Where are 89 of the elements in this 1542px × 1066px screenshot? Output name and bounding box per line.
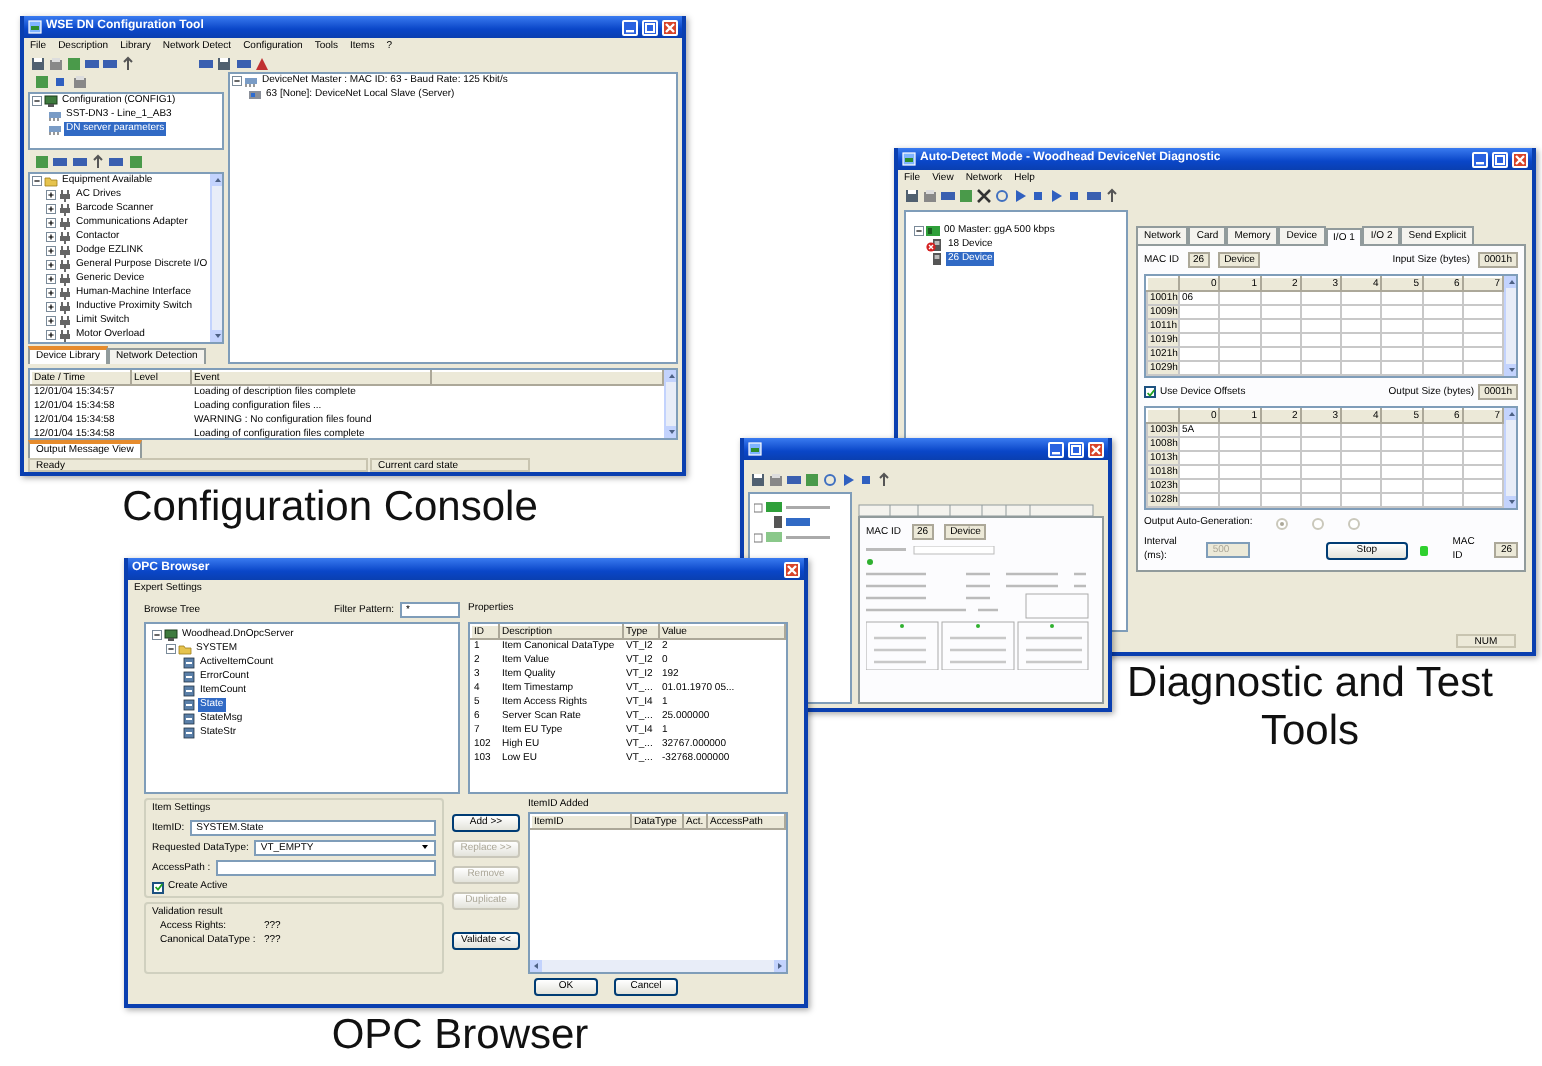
app-icon [28,20,42,34]
scroll-up-icon[interactable] [1506,408,1516,420]
scrollbar[interactable] [664,370,676,438]
ring-button[interactable] [822,471,838,487]
save-button[interactable] [30,55,46,71]
checkmark-icon [153,882,163,892]
device-button[interactable] [66,55,82,71]
scrollbar[interactable] [1504,276,1516,376]
upload-button[interactable] [876,471,892,487]
scroll-up-icon[interactable] [212,174,222,186]
scroll-up-icon[interactable] [666,370,676,382]
expand-icon[interactable] [46,316,56,326]
expand-icon[interactable] [46,260,56,270]
device-button[interactable] [34,73,50,89]
device-button[interactable] [804,471,820,487]
dropdown-arrow-icon [420,842,430,852]
warning-button[interactable] [254,55,270,71]
collapse-icon[interactable] [32,96,42,106]
upload-button[interactable] [120,55,136,71]
scroll-down-icon[interactable] [1506,496,1516,508]
checkmark-icon [1145,387,1155,397]
network-card-icon [244,74,258,88]
window-button[interactable] [52,153,68,169]
device-button[interactable] [128,153,144,169]
caption: Diagnostic and Test Tools [1125,660,1495,756]
scroll-down-icon[interactable] [1506,364,1516,376]
stop-button[interactable] [52,73,68,89]
play-button[interactable] [1048,187,1064,203]
window-button[interactable] [1086,187,1102,203]
expand-icon[interactable] [46,190,56,200]
expand-icon[interactable] [46,218,56,228]
app-icon [902,152,916,166]
play-button[interactable] [840,471,856,487]
expand-icon[interactable] [46,232,56,242]
collapse-icon[interactable] [914,226,924,236]
scroll-down-icon[interactable] [666,426,676,438]
caption: OPC Browser [329,1012,591,1060]
window-button[interactable] [108,153,124,169]
expand-icon[interactable] [46,204,56,214]
save-button[interactable] [216,55,232,71]
checkbox[interactable] [1144,386,1156,398]
collapse-icon[interactable] [166,644,176,654]
scrollbar[interactable] [210,174,222,342]
collapse-icon[interactable] [152,630,162,640]
scroll-left-icon[interactable] [530,960,542,972]
save-button[interactable] [750,471,766,487]
upload-button[interactable] [1104,187,1120,203]
print-button[interactable] [768,471,784,487]
scroll-up-icon[interactable] [1506,276,1516,288]
ring-button[interactable] [994,187,1010,203]
folder-icon [44,174,58,188]
window-button[interactable] [72,153,88,169]
app-icon [748,442,762,456]
close-button[interactable] [976,187,992,203]
scrollbar[interactable] [530,960,786,972]
window-button[interactable] [102,55,118,71]
window-button[interactable] [940,187,956,203]
expand-icon[interactable] [46,288,56,298]
stop-button[interactable] [1030,187,1046,203]
scroll-down-icon[interactable] [212,330,222,342]
collapse-icon[interactable] [32,176,42,186]
expand-icon[interactable] [46,302,56,312]
print-button[interactable] [48,55,64,71]
play-button[interactable] [1012,187,1028,203]
save-button[interactable] [904,187,920,203]
input-field[interactable] [216,860,436,876]
scrollbar[interactable] [1504,408,1516,508]
stop-button[interactable] [858,471,874,487]
device-button[interactable] [34,153,50,169]
window-button[interactable] [236,55,252,71]
computer-icon [44,94,58,108]
window-button[interactable] [84,55,100,71]
checkbox[interactable] [152,881,164,893]
board-icon [926,224,940,238]
expand-icon[interactable] [46,274,56,284]
scroll-right-icon[interactable] [774,960,786,972]
upload-button[interactable] [90,153,106,169]
expand-icon[interactable] [46,330,56,340]
expand-icon[interactable] [46,246,56,256]
collapse-icon[interactable] [232,76,242,86]
device-icon [248,88,262,102]
stop-button[interactable] [1066,187,1082,203]
computer-icon [164,628,178,642]
window-button[interactable] [786,471,802,487]
folder-icon [178,642,192,656]
window-button[interactable] [198,55,214,71]
caption: Configuration Console [120,484,540,532]
print-button[interactable] [922,187,938,203]
print-button[interactable] [72,73,88,89]
